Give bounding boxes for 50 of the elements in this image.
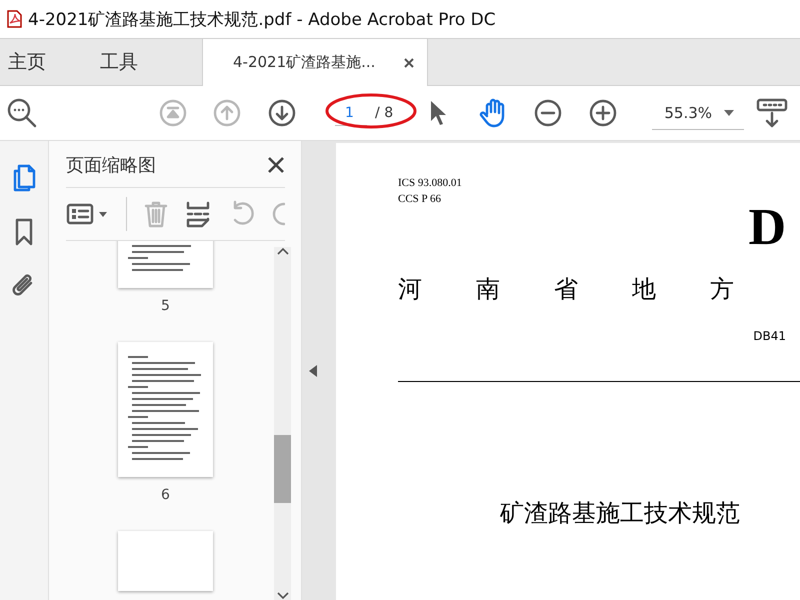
caret-icon — [724, 110, 734, 116]
arrow-up-icon — [212, 99, 241, 127]
collapse-arrow-icon[interactable] — [309, 364, 317, 376]
page-number-label: 6 — [161, 487, 170, 503]
zoom-dropdown[interactable]: 55.3% — [652, 96, 744, 130]
trash-icon — [143, 200, 169, 228]
document-title: 矿渣路基施工技术规范 — [500, 498, 741, 529]
page-split-button[interactable] — [185, 200, 211, 228]
pages-icon — [11, 163, 37, 193]
standard-badge-text: D — [748, 201, 786, 255]
page-thumbnail[interactable] — [118, 531, 213, 591]
options-icon — [66, 201, 110, 227]
bookmark-icon — [13, 217, 35, 247]
ics-code: ICS 93.080.01 — [398, 176, 463, 191]
heading-character: 地 — [632, 274, 656, 305]
ccs-code: CCS P 66 — [398, 192, 442, 207]
chevron-up-icon — [276, 247, 288, 255]
scrollbar-thumb[interactable] — [274, 435, 291, 503]
close-button[interactable] — [267, 156, 285, 174]
page-thumbnail[interactable] — [118, 342, 213, 477]
heading-character: 方 — [710, 274, 734, 305]
zoom-in-icon — [588, 99, 617, 127]
rotate-right-icon — [271, 200, 285, 228]
page-number-field[interactable]: 1 — [335, 100, 368, 126]
pages-button[interactable] — [11, 163, 37, 193]
first-page-icon — [159, 99, 188, 127]
heading-character: 河 — [398, 274, 422, 305]
page-number-label: 5 — [161, 298, 170, 314]
close-icon — [267, 156, 285, 174]
page-count: / 8 — [375, 105, 394, 121]
zoom-out-icon — [534, 99, 562, 127]
tab[interactable]: 4-2021矿渣路基施... — [202, 39, 428, 86]
panel-title: 页面缩略图 — [66, 154, 156, 177]
arrow-down-icon — [268, 99, 296, 127]
chevron-down-icon — [276, 592, 288, 600]
heading-character: 省 — [554, 274, 578, 305]
close-icon[interactable] — [403, 56, 415, 68]
standard-code: DB41 — [753, 329, 786, 343]
bookmark-button[interactable] — [13, 217, 35, 247]
tab[interactable]: 主页 — [0, 39, 54, 85]
window-title: 4-2021矿渣路基施工技术规范.pdf - Adobe Acrobat Pro DC — [28, 8, 496, 30]
scrollbar[interactable] — [274, 247, 291, 600]
options-button[interactable] — [66, 201, 110, 227]
keyboard-icon — [756, 98, 788, 128]
page-split-icon — [185, 200, 211, 228]
tab[interactable]: 工具 — [92, 39, 146, 85]
pointer-icon — [428, 99, 448, 127]
heading-character: 南 — [476, 274, 500, 305]
search-icon — [6, 97, 38, 129]
app-logo-icon — [6, 10, 22, 28]
